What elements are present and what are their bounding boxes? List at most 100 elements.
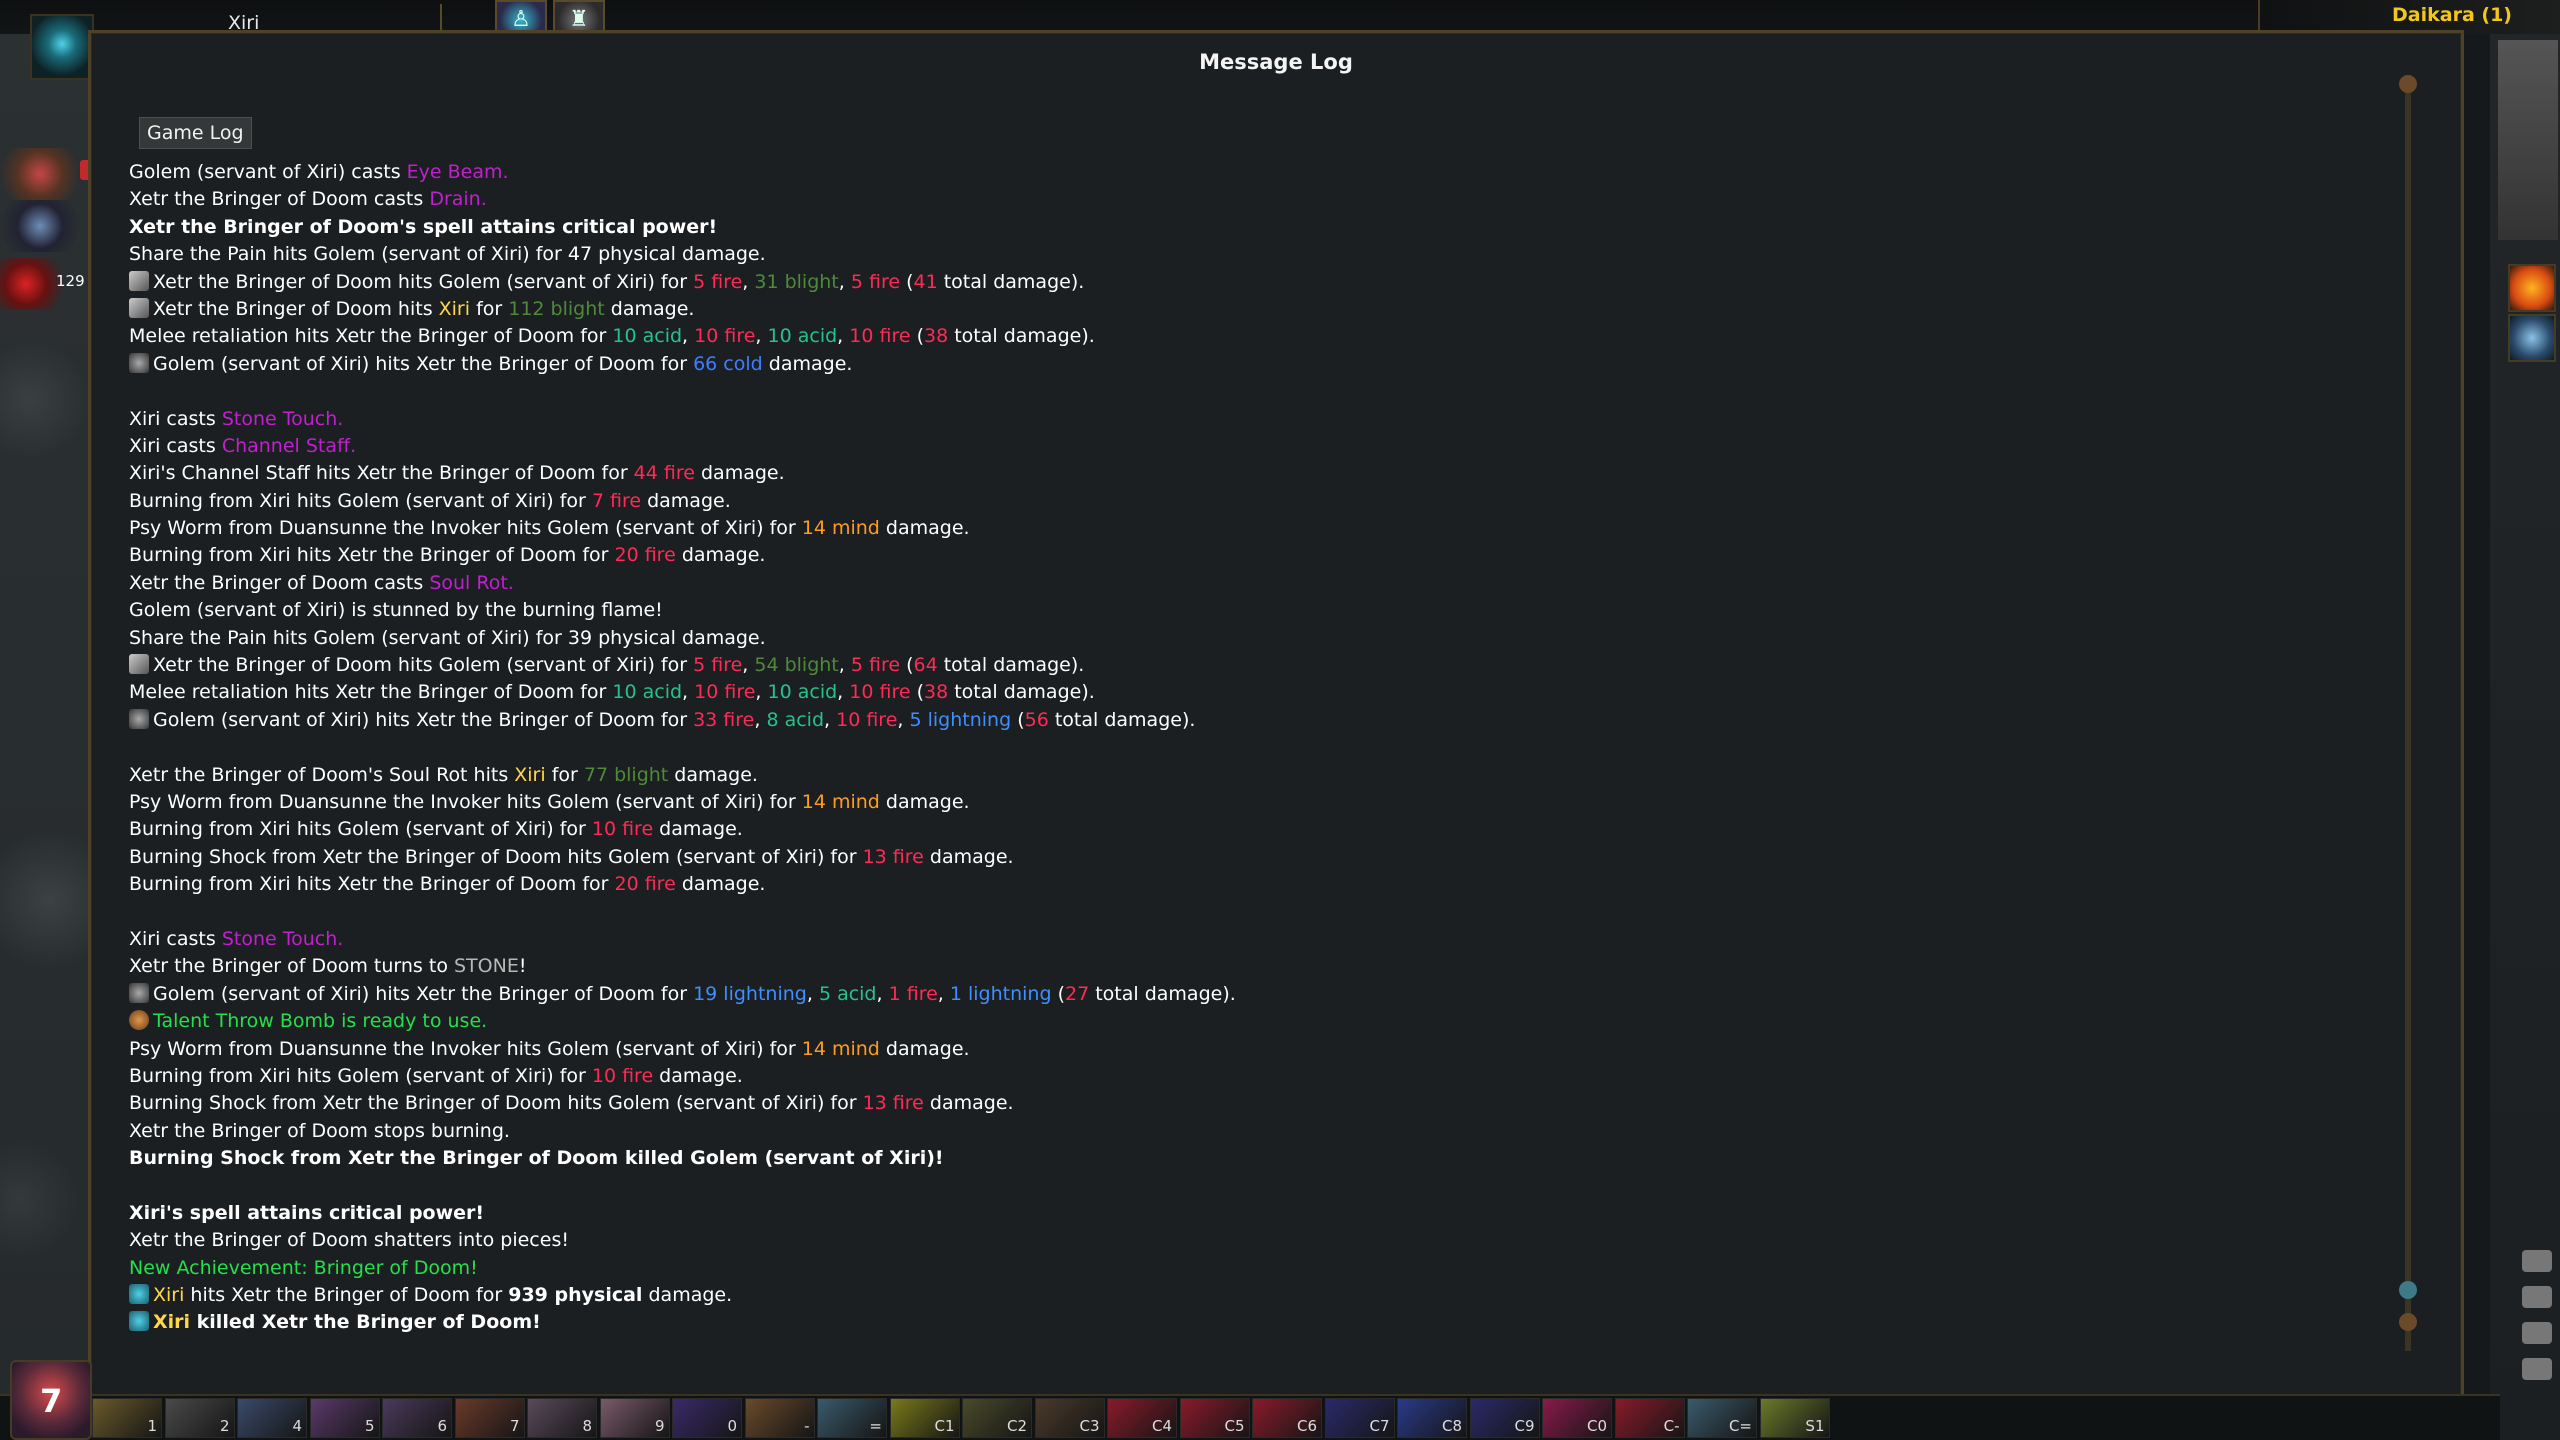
golem-icon: [129, 352, 149, 373]
log-fire-text: 56: [1024, 708, 1049, 731]
side-menu-icon-3[interactable]: [2522, 1322, 2552, 1344]
scroll-down-button[interactable]: [2399, 1313, 2417, 1331]
hotbar-slot[interactable]: C9: [1469, 1398, 1540, 1438]
fire-spell-icon[interactable]: [2508, 264, 2556, 312]
hotbar-slot[interactable]: C7: [1324, 1398, 1395, 1438]
hotbar-slot[interactable]: 0: [672, 1398, 742, 1438]
hotbar-slot[interactable]: 9: [599, 1398, 670, 1438]
log-fire-text: 10 fire: [694, 325, 756, 348]
log-text: Xiri's spell attains critical power!: [129, 1201, 485, 1224]
hotbar-slot[interactable]: 1: [92, 1398, 162, 1438]
log-text: (: [1011, 708, 1025, 731]
log-text: Burning Shock from Xetr the Bringer of D…: [129, 1147, 944, 1170]
log-line: Xetr the Bringer of Doom hits Golem (ser…: [129, 652, 2381, 679]
hotbar-slot-key: -: [804, 1417, 810, 1435]
window-title: Message Log: [1199, 50, 1353, 74]
log-line: Burning Shock from Xetr the Bringer of D…: [129, 844, 2381, 871]
hotbar-slot[interactable]: 5: [309, 1398, 380, 1438]
log-text: Share the Pain hits Golem (servant of Xi…: [129, 626, 766, 649]
hotbar-slot[interactable]: 8: [527, 1398, 597, 1438]
tab-game-log[interactable]: Game Log: [139, 117, 252, 149]
log-acid-text: 10 acid: [767, 681, 838, 704]
log-lightning-text: 1 lightning: [949, 982, 1052, 1005]
log-blight-text: 54 blight: [754, 654, 839, 677]
side-menu-icon-2[interactable]: [2522, 1286, 2552, 1308]
side-menu-icon-4[interactable]: [2522, 1358, 2552, 1380]
log-text: Burning from Xiri hits Xetr the Bringer …: [129, 873, 615, 896]
hotbar-slot[interactable]: C3: [1034, 1398, 1105, 1438]
effect-icon-2[interactable]: [0, 200, 90, 252]
log-text: Melee retaliation hits Xetr the Bringer …: [129, 681, 613, 704]
effect-icon-1[interactable]: [0, 148, 90, 200]
log-fire-text: 27: [1065, 982, 1090, 1005]
log-text: Xetr the Bringer of Doom stops burning.: [129, 1119, 510, 1142]
log-text: Burning from Xiri hits Golem (servant of…: [129, 1064, 592, 1087]
hotbar-slot[interactable]: C8: [1397, 1398, 1467, 1438]
log-text: ,: [838, 270, 851, 293]
hotbar-slot-key: C9: [1514, 1417, 1535, 1435]
character-sheet-icon[interactable]: [2508, 314, 2556, 362]
log-line: Xiri killed Xetr the Bringer of Doom!: [129, 1309, 2381, 1336]
log-spacer: [129, 378, 2381, 405]
log-text: total damage).: [948, 681, 1095, 704]
hotbar: 1 2 4 5 6 7 8 9 0 - = C1 C2 C3 C4 C5 C6 C7 C8 C9 C0 C- C= S1: [0, 1394, 2500, 1440]
log-spacer: [129, 899, 2381, 926]
log-achievement-text: Talent Throw Bomb is ready to use.: [153, 1010, 488, 1033]
hotbar-slot[interactable]: C=: [1687, 1398, 1757, 1438]
log-fire-text: 41: [913, 270, 938, 293]
hotbar-slot[interactable]: =: [817, 1398, 887, 1438]
side-menu-icon-1[interactable]: [2522, 1250, 2552, 1272]
scroll-thumb[interactable]: [2399, 1281, 2417, 1299]
minimap[interactable]: [2498, 40, 2558, 240]
log-acid-text: 5 acid: [818, 982, 877, 1005]
log-line: Melee retaliation hits Xetr the Bringer …: [129, 679, 2381, 706]
log-text: ,: [837, 325, 850, 348]
log-text: (: [900, 654, 914, 677]
character-level: 7: [40, 1382, 63, 1420]
hotbar-slot-key: S1: [1805, 1417, 1825, 1435]
hotbar-slot[interactable]: C0: [1542, 1398, 1612, 1438]
log-fire-text: 7 fire: [591, 489, 642, 512]
log-text: Xetr the Bringer of Doom shatters into p…: [129, 1229, 569, 1252]
log-fire-text: 20 fire: [614, 544, 676, 567]
log-text: damage.: [653, 1064, 743, 1087]
target-frame[interactable]: Daikara (1): [2258, 0, 2560, 34]
player-portrait[interactable]: [30, 14, 94, 80]
log-fire-text: 20 fire: [614, 873, 676, 896]
log-scrollbar[interactable]: [2405, 81, 2411, 1351]
hotbar-slot[interactable]: S1: [1759, 1398, 1830, 1438]
hotbar-slot[interactable]: C-: [1614, 1398, 1685, 1438]
hotbar-slot[interactable]: C2: [962, 1398, 1032, 1438]
log-text: Psy Worm from Duansunne the Invoker hits…: [129, 790, 802, 813]
hotbar-slot[interactable]: 7: [454, 1398, 525, 1438]
hotbar-slot[interactable]: C5: [1179, 1398, 1250, 1438]
log-text: Xetr the Bringer of Doom hits Golem (ser…: [153, 654, 694, 677]
log-text: ,: [742, 654, 755, 677]
hotbar-slot-key: 4: [292, 1417, 302, 1435]
log-blight-text: 77 blight: [583, 763, 669, 786]
log-xiri-text: Xiri: [153, 1284, 185, 1307]
hotbar-slot[interactable]: C1: [889, 1398, 960, 1438]
log-text: damage.: [923, 1092, 1014, 1115]
log-line: Psy Worm from Duansunne the Invoker hits…: [129, 789, 2381, 816]
log-line: Golem (servant of Xiri) is stunned by th…: [129, 597, 2381, 624]
log-text: damage.: [879, 790, 970, 813]
hotbar-slot-key: 5: [364, 1417, 375, 1435]
log-text: ,: [755, 681, 768, 704]
scroll-up-button[interactable]: [2399, 75, 2417, 93]
character-level-portrait[interactable]: 7: [10, 1360, 92, 1440]
log-cold-text: 66 cold: [693, 352, 763, 375]
hotbar-slot[interactable]: -: [744, 1398, 815, 1438]
log-spell-text: Channel Staff.: [221, 434, 357, 457]
log-fire-text: 13 fire: [862, 845, 924, 868]
hotbar-slot[interactable]: 6: [382, 1398, 452, 1438]
log-spell-text: Eye Beam.: [406, 161, 509, 183]
hotbar-slot[interactable]: 4: [237, 1398, 307, 1438]
log-text: Xetr the Bringer of Doom hits: [153, 297, 439, 320]
hotbar-slot-key: 9: [654, 1417, 665, 1435]
hotbar-slot[interactable]: C6: [1252, 1398, 1322, 1438]
log-text: ,: [837, 681, 850, 704]
hotbar-slot[interactable]: 2: [164, 1398, 235, 1438]
log-text: Melee retaliation hits Xetr the Bringer …: [129, 325, 613, 348]
hotbar-slot[interactable]: C4: [1107, 1398, 1177, 1438]
